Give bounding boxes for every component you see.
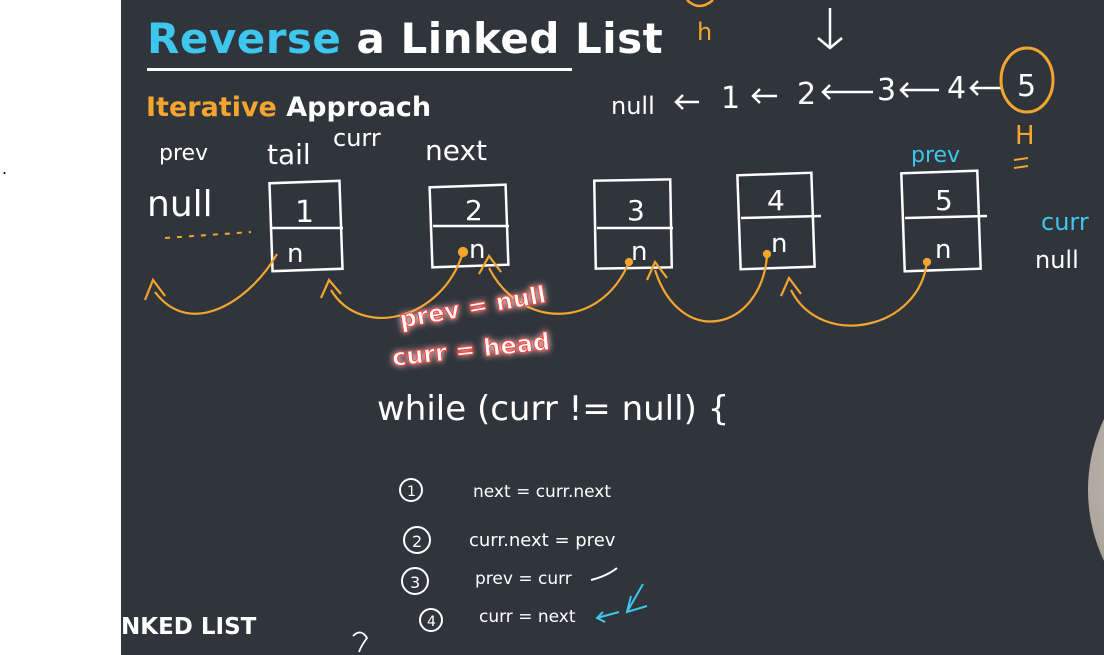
list-node: 2 n [428,183,510,269]
step-code: curr.next = prev [469,530,616,551]
reversed-node-5: 5 [1017,69,1036,104]
list-node: 1 n [268,179,344,273]
node-value: 2 [465,194,483,227]
step-list: 1 next = curr.next 2 curr.next = prev 3 … [399,478,648,632]
init-prev: prev = null [397,281,548,334]
node-value: 3 [627,194,645,227]
while-condition: while (curr != null) { [377,389,729,429]
list-node: 5 n [900,169,988,273]
node-next: n [469,235,485,265]
step-item: 1 next = curr.next [399,478,611,502]
reversed-null: null [611,92,655,120]
label-curr: curr [333,124,381,152]
node-next: n [287,239,303,269]
node-next: n [771,229,787,259]
label-prev: prev [159,141,208,166]
list-node: 3 n [592,178,674,270]
reversed-node-4: 4 [947,71,966,106]
reversed-node-2: 2 [797,77,816,112]
step-number: 4 [427,614,436,630]
step-code: curr = next [479,607,576,627]
node-value: 5 [935,184,953,217]
step-number: 1 [407,484,416,500]
step-number: 2 [412,532,422,551]
stray-dot: . [2,158,8,178]
step-item: 3 prev = curr [401,567,618,595]
label-prev-blue: prev [911,143,960,168]
reversed-node-1: 1 [721,81,740,116]
node-value: 1 [295,195,314,230]
step-item: 2 curr.next = prev [403,526,616,554]
label-next: next [425,134,487,167]
node-next: n [631,237,647,267]
right-null-label: null [1035,246,1079,274]
whiteboard: Reverse a Linked List Iterative Approach… [121,0,1104,655]
step-item: 4 curr = next [419,583,648,632]
label-null: null [147,184,213,225]
top-fragment: h [686,0,843,50]
top-h-label: h [697,18,712,46]
node-value: 4 [767,184,785,217]
reversed-list: null 1 2 3 4 5 H [611,46,1055,169]
reversed-node-3: 3 [877,73,896,108]
init-highlight: prev = null curr = head [390,280,552,372]
list-node: 4 n [736,171,822,271]
label-tail: tail [267,138,311,171]
step-number: 3 [410,573,420,592]
head-h-label: H [1015,121,1035,151]
pointer-labels: prev tail curr next prev null [147,124,960,239]
init-curr: curr = head [391,328,552,372]
handwritten-notes: h null 1 2 3 4 5 H prev tail curr next p [143,0,1089,653]
step-code: next = curr.next [473,482,611,502]
right-curr-label: curr [1041,208,1089,236]
node-next: n [935,235,951,265]
step-code: prev = curr [475,569,572,589]
